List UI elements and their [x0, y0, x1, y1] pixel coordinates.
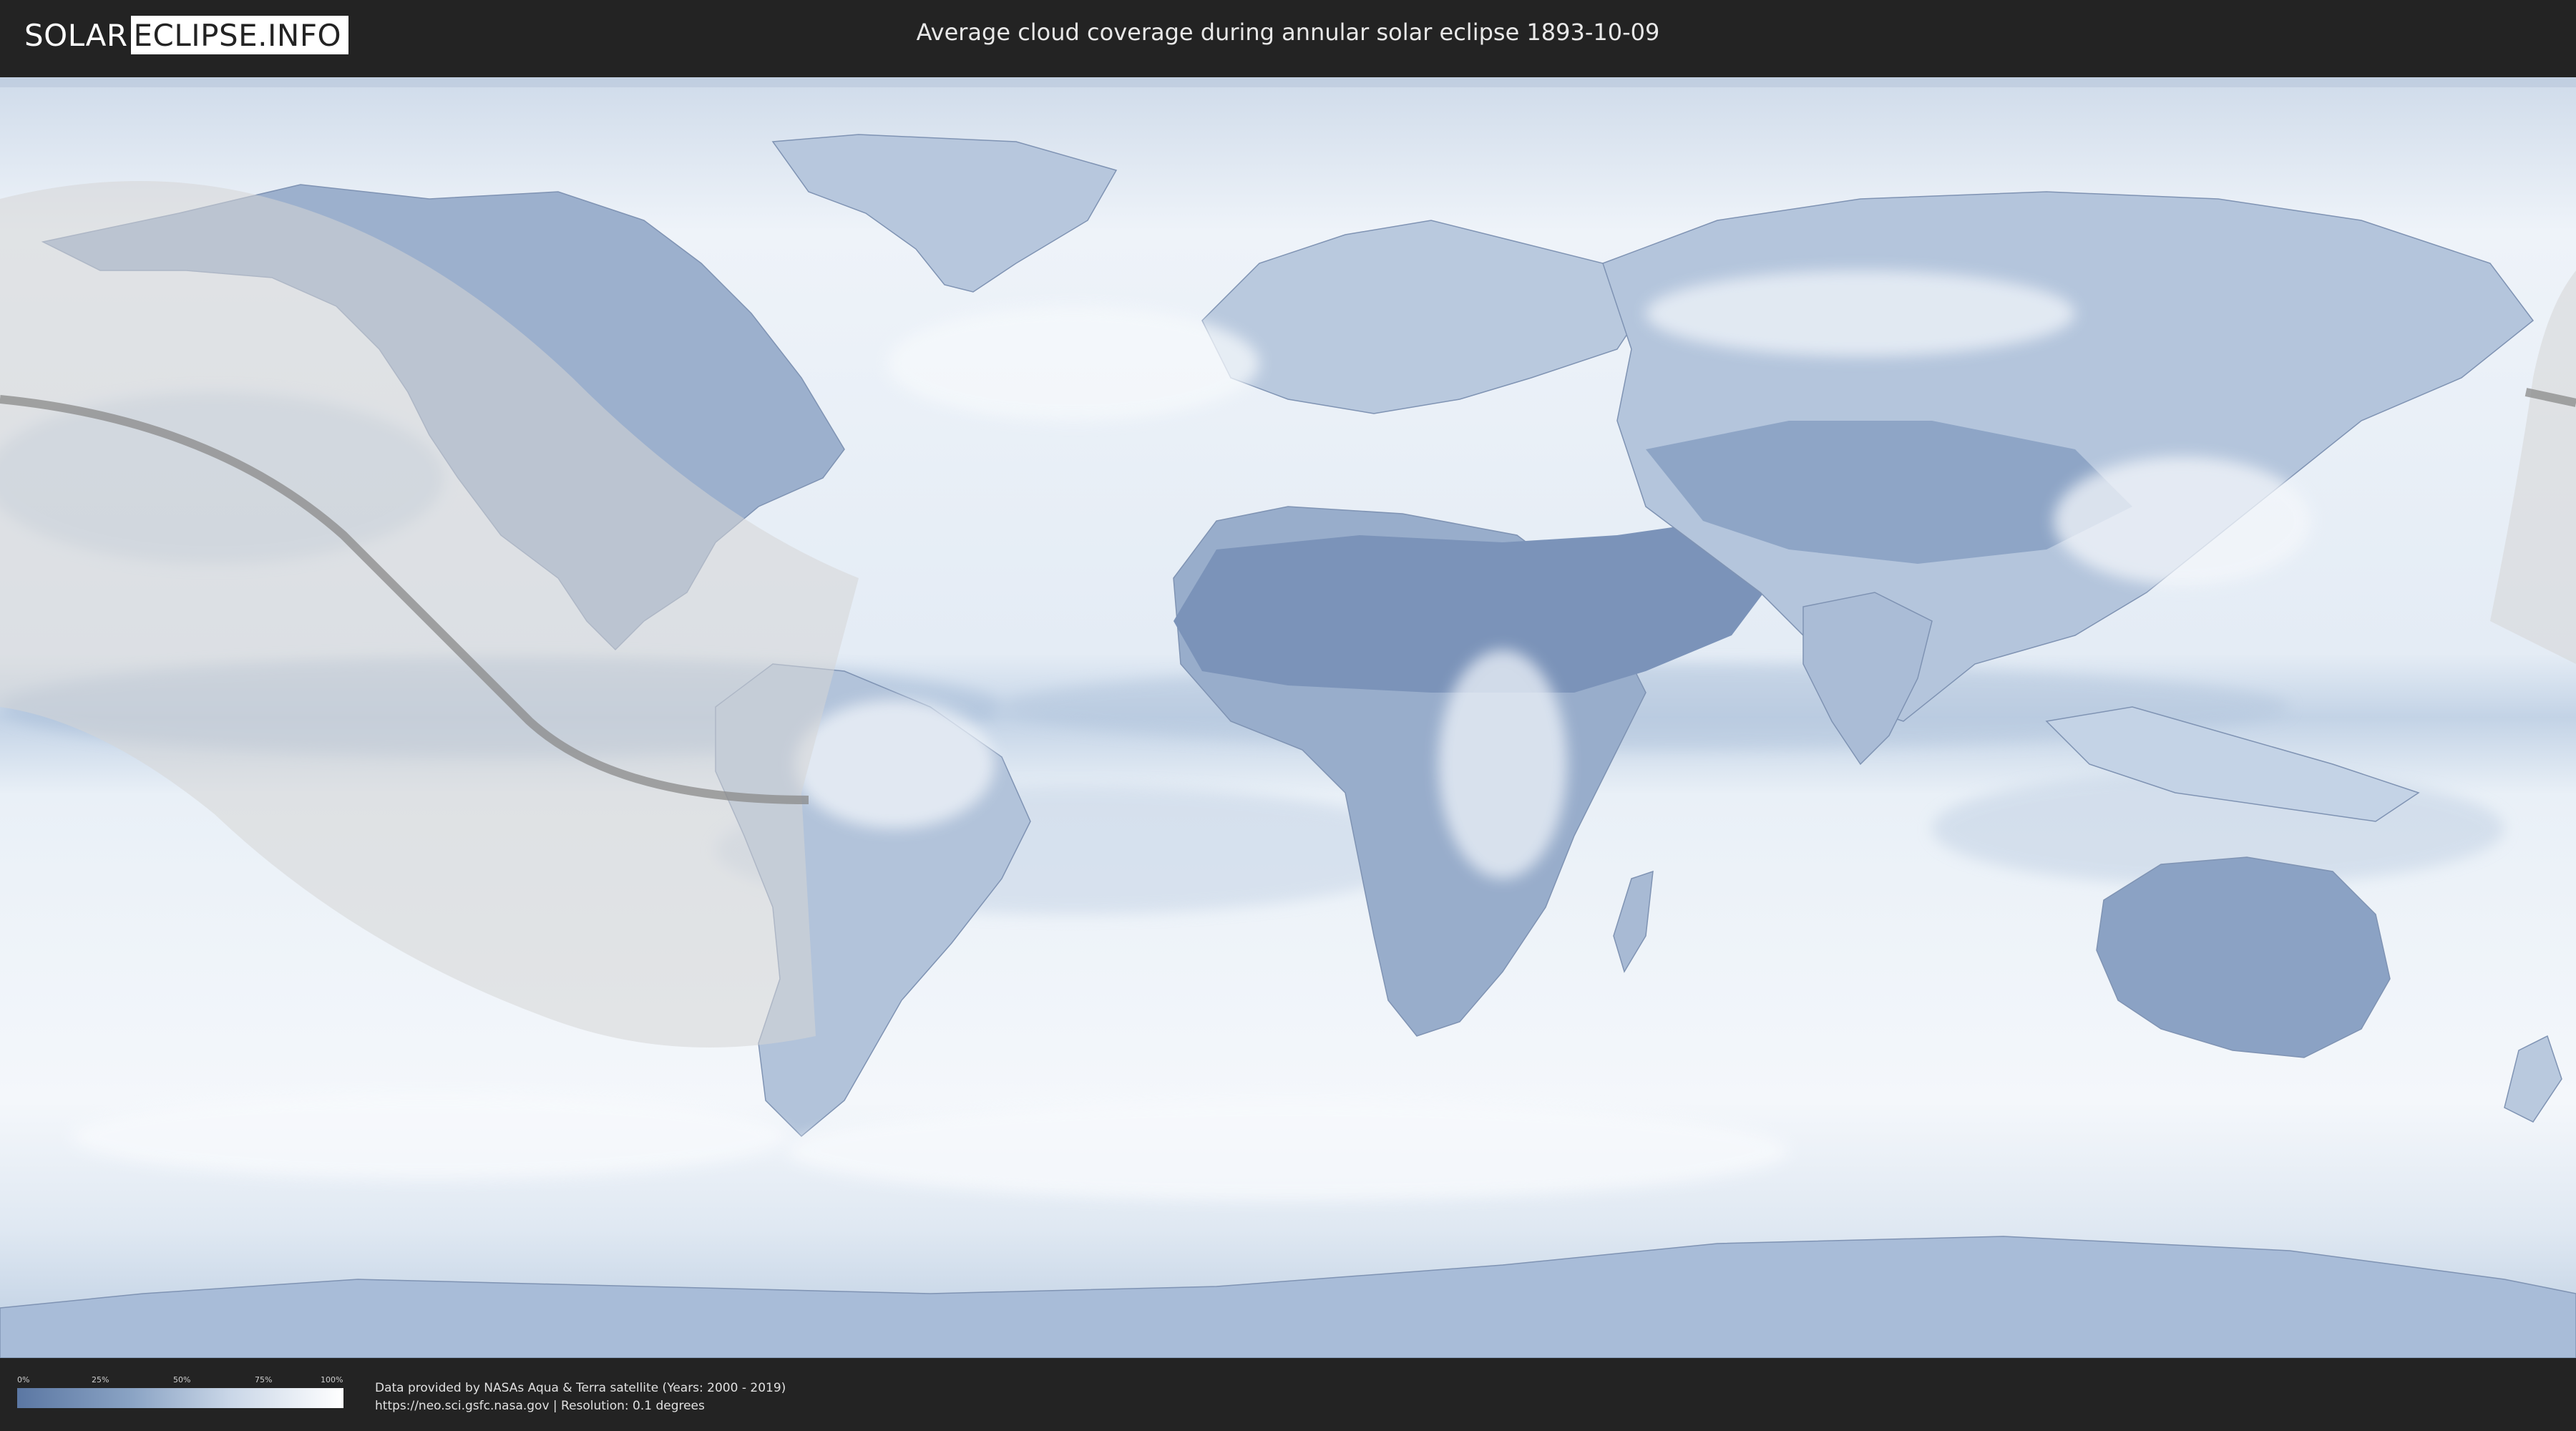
legend-tick-100: 100% [321, 1375, 343, 1384]
data-source-credit: Data provided by NASAs Aqua & Terra sate… [375, 1379, 786, 1415]
map-top-edge [0, 77, 2576, 87]
data-source-line: Data provided by NASAs Aqua & Terra sate… [375, 1381, 786, 1395]
cloud-coverage-legend: 0% 25% 50% 75% 100% [17, 1375, 343, 1408]
legend-ticks: 0% 25% 50% 75% 100% [17, 1375, 343, 1387]
legend-tick-50: 50% [173, 1375, 191, 1384]
page-title: Average cloud coverage during annular so… [916, 19, 1660, 46]
legend-tick-0: 0% [17, 1375, 30, 1384]
legend-tick-25: 25% [92, 1375, 109, 1384]
data-source-url-line[interactable]: https://neo.sci.gsfc.nasa.gov | Resoluti… [375, 1397, 786, 1415]
legend-color-bar [17, 1388, 343, 1408]
world-map-svg [0, 77, 2576, 1358]
cloud-coverage-map[interactable] [0, 77, 2576, 1358]
header-bar: SOLAR ECLIPSE.INFO Average cloud coverag… [0, 0, 2576, 72]
legend-tick-75: 75% [255, 1375, 273, 1384]
